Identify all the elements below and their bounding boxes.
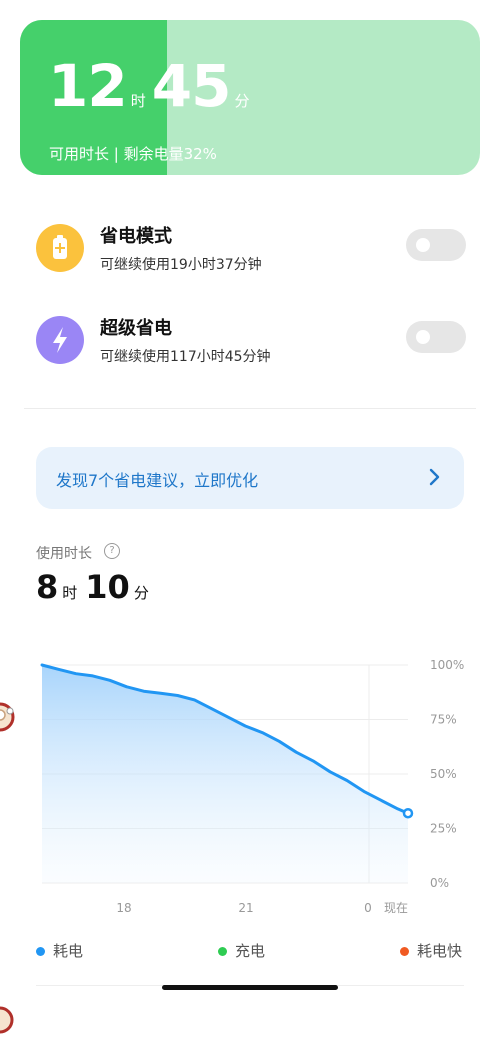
chevron-right-icon — [428, 464, 442, 496]
battery-level-chart: 100% 75% 50% 25% 0% 18 21 0 现在 — [40, 658, 464, 915]
super-power-saving-desc: 可继续使用117小时45分钟 — [100, 349, 271, 365]
toggle-knob — [416, 238, 430, 252]
remaining-minutes: 45 — [151, 52, 232, 120]
usage-minutes-unit: 分 — [133, 584, 149, 602]
x-tick-label: 18 — [116, 901, 131, 915]
help-icon[interactable]: ? — [104, 543, 120, 559]
legend-charge: 充电 — [218, 940, 265, 961]
legend-charge-label: 充电 — [235, 942, 266, 960]
usage-hours-unit: 时 — [62, 584, 78, 602]
x-tick-label: 现在 — [384, 901, 408, 915]
usage-duration-label: 使用时长 — [36, 546, 92, 562]
power-saving-desc: 可继续使用19小时37分钟 — [100, 257, 262, 273]
legend-dot — [218, 947, 227, 956]
x-tick-label: 0 — [364, 901, 372, 915]
legend-dot — [400, 947, 409, 956]
remaining-minutes-unit: 分 — [234, 92, 250, 110]
floating-assistant-icon-2[interactable] — [0, 1000, 16, 1034]
legend-fast-drain-label: 耗电快 — [417, 942, 463, 960]
toggle-knob — [416, 330, 430, 344]
legend-dot — [36, 947, 45, 956]
floating-assistant-icon[interactable] — [0, 700, 16, 734]
power-saving-toggle[interactable] — [406, 229, 466, 261]
remaining-hours: 12 — [48, 52, 128, 120]
usage-minutes: 10 — [85, 568, 130, 606]
battery-subtitle: 可用时长 | 剩余电量32% — [49, 145, 217, 163]
current-point — [402, 807, 414, 819]
super-power-saving-row[interactable]: 超级省电 可继续使用117小时45分钟 — [36, 312, 466, 372]
legend-fast-drain: 耗电快 — [400, 940, 462, 961]
power-saving-mode-row[interactable]: 省电模式 可继续使用19小时37分钟 — [36, 220, 466, 280]
super-power-saving-toggle[interactable] — [406, 321, 466, 353]
remaining-time: 12 时 45 分 — [48, 52, 255, 120]
y-tick-label: 100% — [430, 658, 464, 672]
optimize-suggestion-banner[interactable]: 发现7个省电建议，立即优化 — [36, 447, 464, 509]
y-tick-label: 25% — [430, 822, 457, 836]
super-power-saving-title: 超级省电 — [100, 318, 172, 339]
y-tick-label: 50% — [430, 767, 457, 781]
power-saving-title: 省电模式 — [100, 226, 172, 247]
battery-save-icon — [36, 224, 84, 272]
battery-card: 12 时 45 分 可用时长 | 剩余电量32% — [20, 20, 480, 175]
section-divider — [24, 408, 476, 409]
suggestion-text: 发现7个省电建议，立即优化 — [56, 471, 259, 490]
usage-hours: 8 — [36, 568, 59, 606]
legend-drain-label: 耗电 — [53, 942, 84, 960]
remaining-hours-unit: 时 — [130, 92, 146, 110]
home-indicator[interactable] — [162, 985, 338, 990]
x-tick-label: 21 — [238, 901, 253, 915]
usage-duration-value: 8 时 10 分 — [36, 568, 157, 606]
lightning-icon — [36, 316, 84, 364]
y-tick-label: 75% — [430, 713, 457, 727]
legend-drain: 耗电 — [36, 940, 83, 961]
y-tick-label: 0% — [430, 876, 449, 890]
